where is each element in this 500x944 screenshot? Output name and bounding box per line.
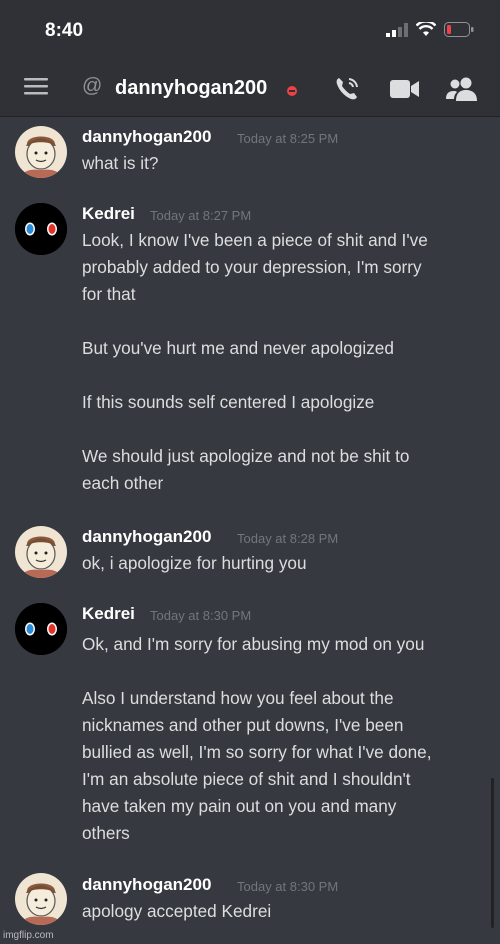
status-bar: 8:40: [0, 0, 500, 62]
message-text-line: But you've hurt me and never apologized: [82, 338, 394, 358]
status-time: 8:40: [45, 20, 84, 41]
sketch-avatar-icon: [15, 526, 67, 578]
message-timestamp: Today at 8:25 PM: [237, 131, 339, 146]
message-text-line: for that: [82, 284, 136, 304]
sketch-avatar-icon: [15, 126, 67, 178]
author-name[interactable]: dannyhogan200: [82, 127, 211, 147]
channel-header: @ dannyhogan200: [0, 62, 500, 117]
at-icon: @: [82, 75, 103, 97]
message-text-line: each other: [82, 473, 164, 493]
avatar-dannyhogan200[interactable]: [15, 873, 67, 925]
author-name[interactable]: Kedrei: [82, 604, 135, 624]
author-name[interactable]: dannyhogan200: [82, 875, 211, 895]
message-text-line: Ok, and I'm sorry for abusing my mod on …: [82, 634, 425, 654]
message-text-line: nicknames and other put downs, I've been: [82, 715, 404, 735]
video-icon[interactable]: [390, 78, 420, 100]
message-timestamp: Today at 8:30 PM: [237, 879, 339, 894]
message-text-line: If this sounds self centered I apologize: [82, 392, 375, 412]
message-text-line: We should just apologize and not be shit…: [82, 446, 410, 466]
message-text: what is it?: [82, 153, 159, 173]
wifi-icon: [416, 22, 436, 36]
battery-icon: [444, 22, 474, 37]
message-text-line: probably added to your depression, I'm s…: [82, 257, 422, 277]
author-name[interactable]: dannyhogan200: [82, 527, 211, 547]
message-timestamp: Today at 8:28 PM: [237, 531, 339, 546]
channel-title[interactable]: dannyhogan200: [115, 77, 267, 100]
message-text-line: Also I understand how you feel about the: [82, 688, 394, 708]
sketch-avatar-icon: [15, 873, 67, 925]
message-text-line: bullied as well, I'm so sorry for what I…: [82, 742, 432, 762]
status-icons: [386, 22, 474, 37]
eyes-avatar-icon: [15, 603, 67, 655]
scrollbar[interactable]: [491, 778, 494, 928]
signal-icon: [386, 22, 408, 37]
message-timestamp: Today at 8:27 PM: [150, 208, 252, 223]
message-text: apology accepted Kedrei: [82, 901, 272, 921]
avatar-dannyhogan200[interactable]: [15, 526, 67, 578]
eyes-avatar-icon: [15, 203, 67, 255]
message-text-line: have taken my pain out on you and many: [82, 796, 397, 816]
avatar-kedrei[interactable]: [15, 603, 67, 655]
message-text-line: I'm an absolute piece of shit and I shou…: [82, 769, 411, 789]
watermark: imgflip.com: [3, 930, 54, 941]
message-timestamp: Today at 8:30 PM: [150, 608, 252, 623]
message-text-line: Look, I know I've been a piece of shit a…: [82, 230, 428, 250]
message-text-line: others: [82, 823, 130, 843]
members-icon[interactable]: [446, 76, 478, 102]
author-name[interactable]: Kedrei: [82, 204, 135, 224]
avatar-dannyhogan200[interactable]: [15, 126, 67, 178]
menu-icon[interactable]: [24, 76, 48, 96]
call-icon[interactable]: [333, 75, 361, 103]
message-text: ok, i apologize for hurting you: [82, 553, 307, 573]
avatar-kedrei[interactable]: [15, 203, 67, 255]
dnd-status-icon: [287, 86, 297, 96]
